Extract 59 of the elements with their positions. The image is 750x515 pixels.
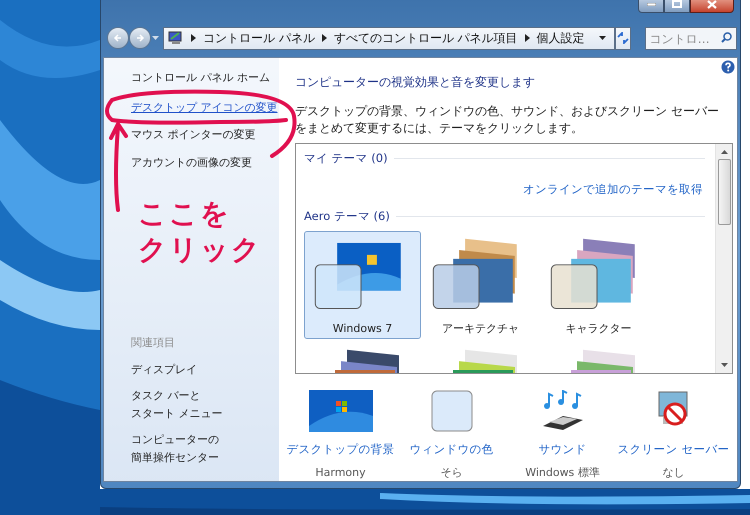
theme-tile[interactable]: Windows 7 [304,230,421,339]
scroll-up-icon[interactable] [720,150,728,154]
setting-link[interactable]: デスクトップの背景 [286,441,394,458]
breadcrumb-item[interactable]: コントロール パネル [203,29,315,47]
breadcrumb-item[interactable]: すべてのコントロール パネル項目 [334,29,518,47]
page-title: コンピューターの視覚効果と音を変更します [295,74,536,91]
maximize-button[interactable] [664,0,690,13]
setting-link[interactable]: ウィンドウの色 [410,441,494,458]
setting-value: そら [440,464,462,480]
minimize-icon [646,2,656,6]
control-panel-home-link[interactable]: コントロール パネル ホーム [131,70,275,86]
related-link[interactable]: タスク バーと スタート メニュー [131,387,222,423]
setting-value: Harmony [315,464,366,480]
annotation-text: ここを クリック [138,196,262,268]
related-link[interactable]: コンピューターの 簡単操作センター [131,431,219,467]
scroll-down-icon[interactable] [720,363,728,368]
search-field[interactable]: コントロ… [644,27,737,50]
task-link[interactable]: アカウントの画像の変更 [131,154,275,171]
setting-link[interactable]: スクリーン セーバー [618,441,730,458]
theme-name: アーキテクチャ [442,321,519,338]
setting-link[interactable]: サウンド [538,441,586,458]
setting-value: Windows 標準 [525,464,600,480]
close-icon [707,0,717,8]
task-link[interactable]: マウス ポインターの変更 [131,127,275,144]
online-themes-link[interactable]: オンラインで追加のテーマを取得 [523,181,703,198]
dropdown-icon[interactable] [598,36,606,40]
related-link[interactable]: ディスプレイ [131,361,197,379]
back-button[interactable] [107,27,129,49]
chevron-icon [524,34,530,42]
scrollbar[interactable] [715,144,732,374]
theme-tile[interactable]: アーキテクチャ [422,230,539,339]
chevron-icon [191,34,196,42]
refresh-icon [616,32,630,44]
control-panel-icon [168,31,184,45]
address-bar[interactable]: コントロール パネル すべてのコントロール パネル項目 個人設定 [163,26,615,50]
back-arrow-icon [113,33,123,43]
forward-arrow-icon [135,33,145,43]
refresh-button[interactable] [614,26,631,50]
close-button[interactable] [690,0,734,13]
wallpaper-icon [308,390,372,432]
group-heading: Aero テーマ (6) [304,208,390,224]
window-color-icon [430,390,472,432]
minimize-button[interactable] [638,0,664,13]
theme-name: Windows 7 [332,321,392,338]
related-heading: 関連項目 [131,334,176,350]
help-icon[interactable] [721,60,735,74]
dropdown-icon [152,36,159,40]
theme-name: キャラクター [566,321,632,338]
theme-tile[interactable]: キャラクター [540,230,657,339]
forward-button[interactable] [129,27,151,49]
description-text: デスクトップの背景、ウィンドウの色、サウンド、およびスクリーン セーバーをまとめて変更するには、テーマをクリックします。 [295,103,720,137]
scroll-thumb[interactable] [718,159,730,225]
task-link[interactable]: デスクトップ アイコンの変更 [131,100,275,116]
breadcrumb-item[interactable]: 個人設定 [536,29,585,47]
maximize-icon [672,0,682,8]
setting-value: なし [662,464,684,480]
chevron-icon [322,34,327,42]
search-icon [720,32,732,43]
group-heading: マイ テーマ (0) [304,150,388,167]
